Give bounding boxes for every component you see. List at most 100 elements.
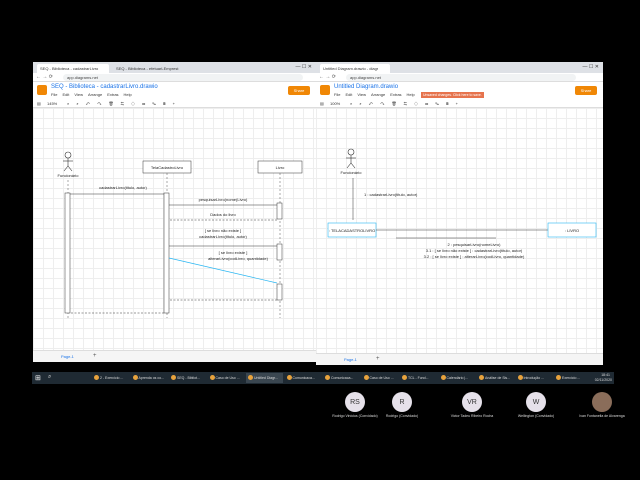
- sequence-diagram: Funcionário TelaCadastroLivro Livro cada…: [58, 151, 303, 318]
- tab-strip: Untitled Diagram.drawio - diagr — ☐ ✕: [316, 62, 603, 73]
- add-page-icon[interactable]: +: [93, 353, 97, 359]
- menu-extras[interactable]: Extras: [107, 92, 118, 97]
- message-label-5a: [ se livro existe ]: [219, 250, 248, 255]
- drawio-header: Untitled Diagram.drawio File Edit View A…: [316, 82, 603, 99]
- activation-actor[interactable]: [64, 192, 71, 314]
- taskbar-item[interactable]: 2 - Exercício ...: [92, 373, 129, 383]
- taskbar-item[interactable]: Caso de Uso ...: [208, 373, 245, 383]
- page-bar: Page-1 +: [316, 353, 603, 365]
- clock-time: 18:41: [601, 373, 610, 377]
- toolbar: ▤ 100% ⌕ ⌕ ↶ ↷ 🗑 ⇆ ◇ ▭ ✎ ⊞ +: [316, 99, 603, 108]
- taskbar-item[interactable]: TCL - Fund...: [400, 373, 437, 383]
- url-field[interactable]: app.diagrams.net: [63, 74, 303, 81]
- format-icons[interactable]: ▤: [320, 101, 324, 106]
- page-bar: Page-1 +: [33, 350, 316, 362]
- file-name[interactable]: Untitled Diagram.drawio: [334, 84, 398, 90]
- activation-livro-3[interactable]: [276, 283, 283, 301]
- window-controls[interactable]: — ☐ ✕: [583, 64, 599, 70]
- format-icons[interactable]: ▤: [37, 101, 41, 106]
- menu-view[interactable]: View: [357, 92, 366, 97]
- taskbar-item[interactable]: Exercício ...: [554, 373, 591, 383]
- browser-tab[interactable]: SEQ - Biblioteca - cadastrarLivro: [37, 64, 109, 73]
- menu-bar: File Edit View Arrange Extras Help: [51, 92, 132, 97]
- activation-livro-1[interactable]: [276, 202, 283, 220]
- message-label-4b: cadastrarLivro(titulo, autor): [199, 234, 247, 239]
- nav-arrows-icon[interactable]: ← → ⟳: [319, 74, 336, 80]
- menu-edit[interactable]: Edit: [62, 92, 69, 97]
- browser-tab[interactable]: SEQ - Biblioteca - efetuarLEmprest: [113, 64, 185, 73]
- taskbar-item[interactable]: Comunicaca...: [323, 373, 360, 383]
- taskbar-item[interactable]: Caso de Uso ...: [362, 373, 399, 383]
- object-label: : TELACADASTROLIVRO: [329, 228, 375, 233]
- participant-tile[interactable]: R Rodrigo (Convidado): [367, 392, 437, 418]
- avatar: R: [392, 392, 412, 412]
- message-label-1: cadastrarLivro(titulo, autor): [99, 185, 147, 190]
- lifeline-label: Livro: [276, 165, 285, 170]
- object-label: : LIVRO: [565, 228, 579, 233]
- participant-tile[interactable]: W Wellington (Convidado): [501, 392, 571, 418]
- url-field[interactable]: app.diagrams.net: [346, 74, 576, 81]
- participant-tile[interactable]: VR Victor Tadeu Ribeiro Rocha: [437, 392, 507, 418]
- diagram-canvas[interactable]: Funcionário TelaCadastroLivro Livro cada…: [33, 108, 316, 350]
- nav-arrows-icon[interactable]: ← → ⟳: [36, 74, 53, 80]
- taskbar-item[interactable]: Aprenda os co...: [131, 373, 168, 383]
- menu-view[interactable]: View: [74, 92, 83, 97]
- browser-tab[interactable]: Untitled Diagram.drawio - diagr: [320, 64, 390, 73]
- menu-bar: File Edit View Arrange Extras Help: [334, 92, 415, 97]
- communication-diagram: Funcionário 1 : cadastrarLivro(titulo, a…: [327, 148, 597, 259]
- actor-funcionario[interactable]: Funcionário: [58, 151, 80, 178]
- taskbar-item[interactable]: Untitled Diagr...: [246, 373, 283, 383]
- tab-strip: SEQ - Biblioteca - cadastrarLivro SEQ - …: [33, 62, 316, 73]
- taskbar-item[interactable]: SEQ - Bibliot...: [169, 373, 206, 383]
- taskbar-item[interactable]: Calendário |...: [439, 373, 476, 383]
- actor-label: Funcionário: [341, 170, 363, 175]
- actor-label: Funcionário: [58, 173, 80, 178]
- activation-livro-2[interactable]: [276, 243, 283, 261]
- menu-file[interactable]: File: [334, 92, 340, 97]
- drawio-logo-icon: [320, 85, 330, 95]
- avatar: RS: [345, 392, 365, 412]
- drawio-header: SEQ - Biblioteca - cadastrarLivro.drawio…: [33, 82, 316, 99]
- toolbar-icons[interactable]: ⌕ ⌕ ↶ ↷ 🗑 ⇆ ◇ ▭ ✎ ⊞ +: [67, 101, 178, 106]
- zoom-level[interactable]: 145%: [47, 101, 57, 106]
- actor-funcionario[interactable]: Funcionário: [341, 148, 363, 175]
- message-label-3: Dados do livro: [210, 212, 236, 217]
- zoom-level[interactable]: 100%: [330, 101, 340, 106]
- message-label-4: 3.2 : [ se livro existe ] : alterarLivro…: [424, 254, 525, 259]
- message-label-1: 1 : cadastrarLivro(titulo, autor): [364, 192, 418, 197]
- diagram-canvas[interactable]: Funcionário 1 : cadastrarLivro(titulo, a…: [316, 108, 603, 353]
- taskbar-item[interactable]: Comunicaca...: [285, 373, 322, 383]
- windows-start-icon[interactable]: ⊞: [35, 374, 41, 382]
- participant-name: Ivan Fontanella de Alvarenga: [579, 414, 625, 418]
- taskbar-item[interactable]: Introdução ...: [516, 373, 553, 383]
- toolbar-icons[interactable]: ⌕ ⌕ ↶ ↷ 🗑 ⇆ ◇ ▭ ✎ ⊞ +: [350, 101, 461, 106]
- menu-help[interactable]: Help: [124, 92, 132, 97]
- windows-taskbar: ⊞ ⌕ 2 - Exercício ... Aprenda os co... SEQ…: [32, 372, 614, 384]
- avatar: [592, 392, 612, 412]
- lifeline-label: TelaCadastroLivro: [151, 165, 184, 170]
- menu-arrange[interactable]: Arrange: [88, 92, 102, 97]
- menu-help[interactable]: Help: [407, 92, 415, 97]
- file-name[interactable]: SEQ - Biblioteca - cadastrarLivro.drawio: [51, 84, 158, 90]
- taskbar-item[interactable]: Análise de Sis...: [477, 373, 514, 383]
- share-button[interactable]: Share: [288, 86, 310, 95]
- message-arrow-5-selected[interactable]: [168, 257, 278, 284]
- search-icon[interactable]: ⌕: [48, 374, 51, 381]
- menu-file[interactable]: File: [51, 92, 57, 97]
- share-button[interactable]: Share: [575, 86, 597, 95]
- menu-extras[interactable]: Extras: [390, 92, 401, 97]
- clock-date: 02/11/2020: [594, 378, 612, 382]
- message-label-4a: [ se livro não existe ]: [205, 228, 241, 233]
- message-label-5b: alterarLivro(codLivro, quantidade): [208, 256, 268, 261]
- avatar: VR: [462, 392, 482, 412]
- activation-telacadastro[interactable]: [163, 192, 170, 314]
- participant-tile[interactable]: Ivan Fontanella de Alvarenga: [567, 392, 637, 418]
- menu-edit[interactable]: Edit: [345, 92, 352, 97]
- unsaved-changes-banner[interactable]: Unsaved changes. Click here to save.: [421, 92, 484, 98]
- menu-arrange[interactable]: Arrange: [371, 92, 385, 97]
- participant-name: Wellington (Convidado): [517, 414, 555, 418]
- page-tab[interactable]: Page-1: [61, 354, 74, 359]
- page-tab[interactable]: Page-1: [344, 357, 357, 362]
- window-controls[interactable]: — ☐ ✕: [296, 64, 312, 70]
- add-page-icon[interactable]: +: [376, 356, 380, 362]
